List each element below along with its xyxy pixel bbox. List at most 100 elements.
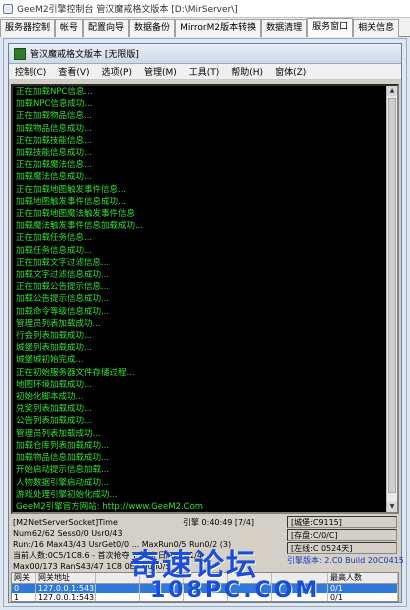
log-line: 兑奖列表加载成功... xyxy=(16,404,93,415)
tab-1[interactable]: 帐号 xyxy=(55,19,84,37)
grid-header-cell[interactable] xyxy=(272,573,328,583)
engine-icon xyxy=(14,47,26,60)
grid-cell xyxy=(228,593,272,601)
app-icon xyxy=(3,3,13,14)
log-line: 加载技能信息成功... xyxy=(16,148,93,159)
app-window: GeeM2引擎控制台 管汉魔戒格文版本 [D:\MirServer\] 服务器控… xyxy=(0,0,410,610)
grid-cell xyxy=(272,584,328,593)
log-line: 初始化脚本成功... xyxy=(16,392,84,403)
log-line: 加载魔法触发事件信息加载成功... xyxy=(16,221,144,232)
grid-cell xyxy=(184,593,228,601)
log-line: 管理员列表加载成功... xyxy=(16,428,101,439)
log-line: 加载文字过滤信息成功... xyxy=(16,270,110,281)
grid-cell xyxy=(96,593,140,601)
menu-item-0[interactable]: 控制(C) xyxy=(9,65,52,78)
log-line: 加载魔法信息成功... xyxy=(16,172,93,183)
table-row[interactable]: 1 127.0.0.1:5432 0/1 xyxy=(12,593,398,602)
grid-header-cell[interactable] xyxy=(228,573,272,583)
log-line: 正在加载文字过滤信息... xyxy=(16,257,110,268)
log-line: 正在加载地图触发事件信息... xyxy=(16,184,127,195)
status-left-line: Run:/16 Max43/43 UsrGet0/0 ... MaxRun0/5… xyxy=(13,540,232,549)
grid-cell: 0/1 xyxy=(328,584,398,593)
inner-window-title: 管汉魔戒格文版本 [无限版] xyxy=(30,50,139,60)
log-line: 正在加载公告提示信息... xyxy=(16,282,110,293)
service-window-panel: 管汉魔戒格文版本 [无限版] 控制(C) 查看(V) 选项(P) 管理(M) 工具(T)… xyxy=(3,38,407,607)
log-line: 正在加载地图魔法触发事件信息 xyxy=(16,209,136,220)
log-line: 开始启动提示信息加载... xyxy=(16,465,110,476)
console-scrollbar[interactable]: ▲ ▼ xyxy=(386,86,397,512)
log-line: 官方客服: 432833797 425345136 xyxy=(13,513,397,514)
log-line: 城堡列表加载成功... xyxy=(16,343,93,354)
grid-header-cell[interactable] xyxy=(184,573,228,583)
status-right-cell: 引擎版本: 2.C0 Build 20C0415 xyxy=(287,556,404,565)
log-line: 人物数据引擎启动成功... xyxy=(16,477,110,488)
tab-5[interactable]: 数据清理 xyxy=(261,19,308,37)
log-line: 公告列表加载成功... xyxy=(16,416,93,427)
tab-6[interactable]: 服务窗口 xyxy=(307,18,354,37)
menu-item-4[interactable]: 工具(T) xyxy=(183,65,226,78)
grid-cell: 0/1 xyxy=(328,593,398,601)
status-area: [M2NetServerSocket]Time Num62/62 Sess0/0 … xyxy=(11,515,404,572)
log-console[interactable]: 正在加载NPC信息... 加载NPC信息成功... 正在加载物品信息... 加载物品信… xyxy=(11,84,399,514)
grid-cell xyxy=(140,584,184,593)
status-right: [城堡:C9115] [存盘:C/0/C] [左线:C 0524天] 引擎版本: 2.… xyxy=(287,516,404,566)
grid-cell xyxy=(272,593,328,601)
status-engine-time: 引擎 0:40:49 [7/4] xyxy=(183,518,255,527)
grid-cell xyxy=(184,584,228,593)
scroll-up-icon[interactable]: ▲ xyxy=(387,86,397,96)
engine-console-window: 管汉魔戒格文版本 [无限版] 控制(C) 查看(V) 选项(P) 管理(M) 工具(T)… xyxy=(8,43,404,603)
tab-3[interactable]: 数据备份 xyxy=(129,19,176,37)
status-left: [M2NetServerSocket]Time Num62/62 Sess0/0 … xyxy=(13,517,232,572)
log-line: 加载NPC信息成功... xyxy=(16,99,93,110)
log-line: 加载命令等级信息成功... xyxy=(16,306,110,317)
log-line: 加载物品信息成功... xyxy=(16,123,93,134)
scroll-down-icon[interactable]: ▼ xyxy=(387,502,397,512)
menu-item-3[interactable]: 管理(M) xyxy=(138,65,183,78)
menu-bar: 控制(C) 查看(V) 选项(P) 管理(M) 工具(T) 帮助(H) 窗体(Z) xyxy=(9,64,401,80)
title-bar: GeeM2引擎控制台 管汉魔戒格文版本 [D:\MirServer\] xyxy=(0,0,410,18)
tab-4[interactable]: MirrorM2版本转换 xyxy=(175,19,262,37)
gateway-grid-body: 0127.0.0.1:54320/11127.0.0.1:54320/12127… xyxy=(12,584,398,602)
scroll-thumb[interactable] xyxy=(388,98,396,493)
tab-2[interactable]: 配置向导 xyxy=(83,19,130,37)
log-line: 地图环境加载成功... xyxy=(16,379,93,390)
tab-0[interactable]: 服务器控制 xyxy=(0,19,56,37)
grid-cell: 127.0.0.1:5432 xyxy=(38,584,96,593)
grid-cell: 0 xyxy=(12,584,36,593)
status-right-cell: [存盘:C/0/C] xyxy=(287,529,397,541)
log-line: 城堡城初始完成... xyxy=(16,355,84,366)
log-line: 正在加载NPC信息... xyxy=(16,87,93,97)
grid-cell: 1 xyxy=(12,593,36,601)
tab-7[interactable]: 相关信息 xyxy=(353,19,400,37)
log-line: 正在加载物品信息... xyxy=(16,111,93,122)
menu-item-2[interactable]: 选项(P) xyxy=(96,65,138,78)
log-line: GeeM2引擎官方网站: http://www.GeeM2.Com xyxy=(16,501,204,512)
grid-header-cell[interactable]: 网关地址 xyxy=(36,573,96,583)
menu-item-6[interactable]: 窗体(Z) xyxy=(269,65,312,78)
status-left-line: 当前人数:0C5/1C8.6 - 首次抢夺 T 移动 日/10561/4 xyxy=(13,551,202,560)
grid-header-cell[interactable]: 网关 xyxy=(12,573,36,583)
status-left-line: Max00/173 RanS43/47 1C8 0E1 Run0/5 xyxy=(13,562,171,571)
status-left-line: [M2NetServerSocket]Time xyxy=(13,518,118,527)
grid-header-cell[interactable]: 最高人数 xyxy=(328,573,398,583)
log-line: 加载任务信息成功... xyxy=(16,245,93,256)
log-line: 正在加载魔法信息... xyxy=(16,160,93,171)
grid-cell xyxy=(140,593,184,601)
log-line: 正在加载任务信息... xyxy=(16,233,93,244)
gateway-grid[interactable]: 网关 网关地址 最高人数 0 127.0.0.1:5432 0/1 1 127.0.0.1:… xyxy=(11,572,399,602)
main-tabs: 服务器控制 帐号 配置向导 数据备份 MirrorM2版本转换 数据清理 服务窗口 相关信息 xyxy=(0,18,410,37)
grid-cell: 127.0.0.1:5432 xyxy=(38,593,96,602)
grid-header-cell[interactable] xyxy=(96,573,140,583)
grid-header-cell[interactable] xyxy=(140,573,184,583)
table-row[interactable]: 0 127.0.0.1:5432 0/1 xyxy=(12,584,398,593)
window-title: GeeM2引擎控制台 管汉魔戒格文版本 [D:\MirServer\] xyxy=(17,5,238,15)
status-left-line: Num62/62 Sess0/0 Usr0/43 xyxy=(13,529,123,538)
inner-title-bar: 管汉魔戒格文版本 [无限版] xyxy=(9,44,401,64)
menu-item-1[interactable]: 查看(V) xyxy=(52,65,95,78)
status-right-cell: [城堡:C9115] xyxy=(287,516,397,528)
menu-item-5[interactable]: 帮助(H) xyxy=(225,65,269,78)
log-line: 加载仓库列表加载成功... xyxy=(16,440,110,451)
log-lines: 正在加载NPC信息... 加载NPC信息成功... 正在加载物品信息... 加载物品信… xyxy=(13,86,397,514)
log-line: 加载公告提示信息成功... xyxy=(16,294,110,305)
grid-cell xyxy=(228,584,272,593)
